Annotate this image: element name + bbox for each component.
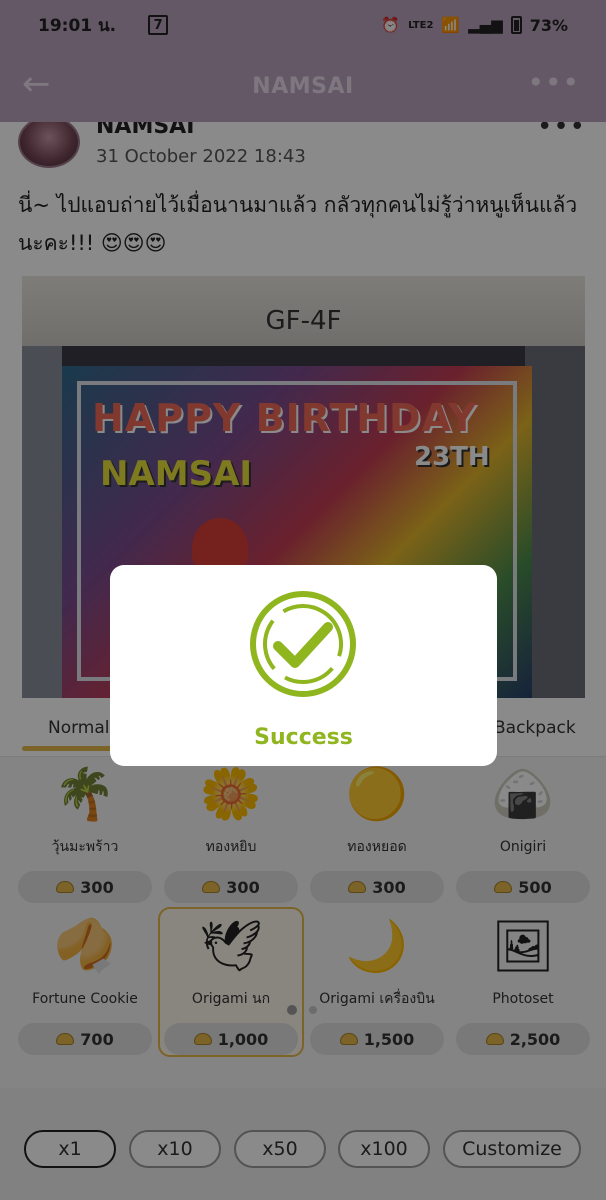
success-dialog: Success	[110, 565, 497, 766]
check-circle-icon	[250, 591, 356, 697]
success-label: Success	[254, 725, 353, 750]
